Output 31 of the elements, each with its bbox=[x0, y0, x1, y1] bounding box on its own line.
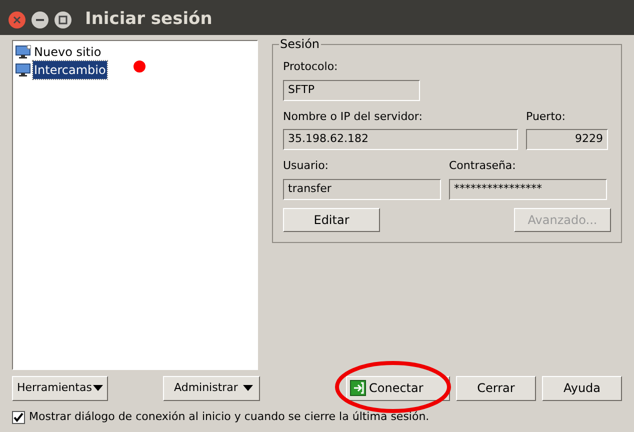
annotation-dot bbox=[133, 60, 146, 73]
password-field[interactable]: **************** bbox=[449, 178, 607, 200]
window-title: Iniciar sesión bbox=[85, 8, 212, 31]
dialog-button[interactable]: Cerrar bbox=[456, 376, 536, 400]
field-label: Contraseña: bbox=[449, 158, 517, 174]
checkbox[interactable] bbox=[12, 410, 25, 424]
caret-icon bbox=[93, 385, 103, 391]
checkbox-label: Mostrar diálogo de conexión al inicio y cuando se cierre la última sesión. bbox=[29, 409, 430, 425]
user-field[interactable]: transfer bbox=[283, 178, 441, 200]
close-icon[interactable] bbox=[8, 10, 26, 28]
group-title: Sesión bbox=[279, 37, 321, 51]
port-field[interactable]: 9229 bbox=[526, 129, 608, 150]
site-item[interactable]: Intercambio bbox=[33, 61, 107, 79]
field-label: Usuario: bbox=[283, 158, 330, 174]
field-label: Nombre o IP del servidor: bbox=[283, 108, 424, 124]
tools-button[interactable]: Herramientas bbox=[12, 376, 108, 400]
minimize-icon[interactable] bbox=[31, 10, 49, 28]
server-field[interactable]: 35.198.62.182 bbox=[283, 129, 518, 150]
site-item[interactable]: Nuevo sitio bbox=[33, 43, 102, 61]
computer-icon bbox=[15, 63, 31, 77]
caret-icon bbox=[243, 385, 253, 391]
connect-button[interactable]: Conectar bbox=[346, 376, 450, 400]
enter-icon bbox=[350, 380, 366, 396]
new-site-icon bbox=[15, 45, 31, 59]
manage-button[interactable]: Administrar bbox=[163, 376, 260, 400]
field-label: Puerto: bbox=[526, 108, 566, 124]
dialog-button[interactable]: Ayuda bbox=[542, 376, 622, 400]
protocol-field[interactable]: SFTP bbox=[283, 80, 420, 100]
edit-button[interactable]: Editar bbox=[283, 208, 380, 232]
field-label: Protocolo: bbox=[283, 59, 339, 75]
maximize-icon[interactable] bbox=[54, 10, 72, 28]
